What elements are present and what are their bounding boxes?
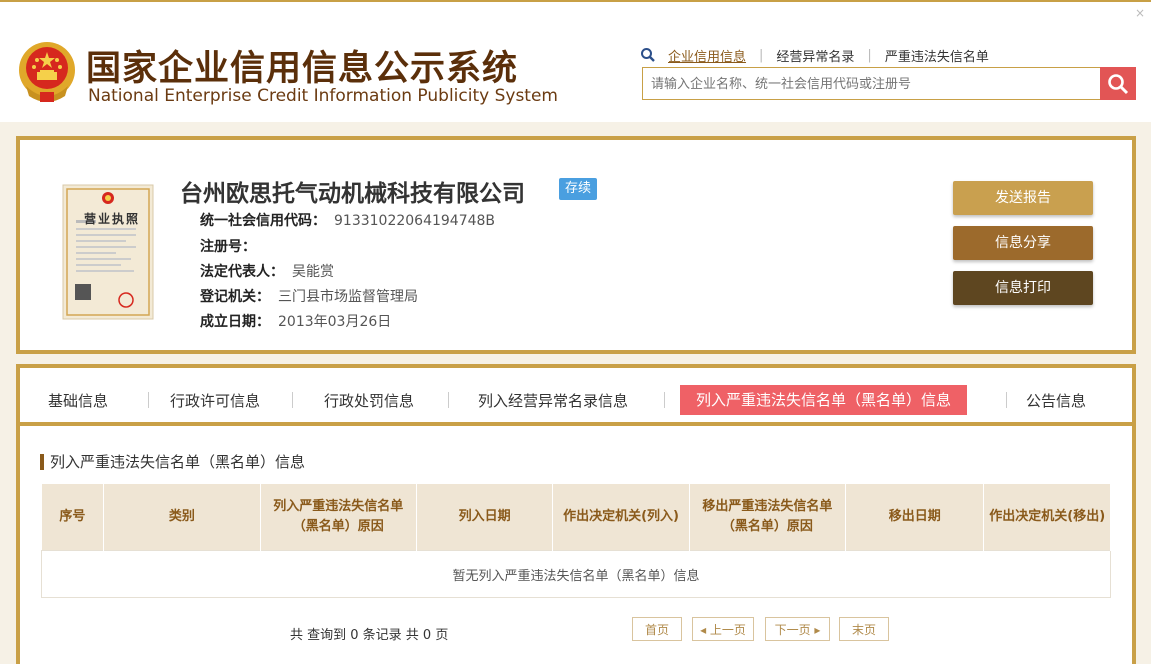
chevron-right-icon: ▸ — [810, 623, 821, 637]
company-name: 台州欧思托气动机械科技有限公司 — [180, 181, 525, 207]
company-card: 营业执照 台州欧思托气动机械科技有限公司 存续 统一社会信用代码： 9133102… — [16, 136, 1136, 354]
column-header: 作出决定机关(列入) — [552, 484, 690, 551]
tab-divider — [664, 392, 665, 408]
search-box — [642, 67, 1100, 100]
search-icon — [641, 48, 655, 62]
search-type-links: 企业信用信息 | 经营异常名录 | 严重违法失信名单 — [640, 46, 1002, 65]
info-row-established: 成立日期： 2013年03月26日 — [200, 311, 391, 331]
site-title: 国家企业信用信息公示系统 — [86, 49, 519, 89]
business-license-icon — [62, 184, 154, 320]
column-header: 作出决定机关(移出) — [983, 484, 1111, 551]
tab-admin-penalty[interactable]: 行政处罚信息 — [324, 390, 414, 411]
info-row-legal-rep: 法定代表人： 吴能赏 — [200, 261, 334, 281]
section-title: 列入严重违法失信名单（黑名单）信息 — [40, 454, 305, 470]
pager-prev-button[interactable]: ◂ 上一页 — [692, 617, 754, 641]
status-badge: 存续 — [559, 178, 598, 200]
info-value: 91331022064194748B — [334, 213, 496, 229]
info-panel: 基础信息 行政许可信息 行政处罚信息 列入经营异常名录信息 列入严重违法失信名单… — [16, 364, 1136, 664]
info-row-credit-code: 统一社会信用代码： 91331022064194748B — [200, 210, 495, 230]
tab-bar: 基础信息 行政许可信息 行政处罚信息 列入经营异常名录信息 列入严重违法失信名单… — [20, 368, 1132, 426]
tab-divider — [448, 392, 449, 408]
site-header: × 国家企业信用信息公示系统 National Enterprise Credi… — [0, 0, 1151, 122]
pager-first-button[interactable]: 首页 — [632, 617, 682, 641]
info-label: 法定代表人： — [200, 264, 284, 280]
search-button[interactable] — [1100, 67, 1136, 100]
tab-abnormal-list[interactable]: 列入经营异常名录信息 — [478, 390, 628, 411]
info-label: 统一社会信用代码： — [200, 213, 326, 229]
pager-next-button[interactable]: 下一页 ▸ — [765, 617, 830, 641]
column-header: 移出严重违法失信名单（黑名单）原因 — [689, 484, 847, 551]
pager-last-button[interactable]: 末页 — [839, 617, 889, 641]
national-emblem-icon — [19, 42, 75, 102]
share-info-button[interactable]: 信息分享 — [953, 226, 1093, 260]
link-abnormal-list[interactable]: 经营异常名录 — [763, 46, 867, 65]
info-label: 登记机关： — [200, 289, 270, 305]
print-info-button[interactable]: 信息打印 — [953, 271, 1093, 305]
link-blacklist[interactable]: 严重违法失信名单 — [872, 46, 1002, 65]
tab-announcement[interactable]: 公告信息 — [1026, 390, 1086, 411]
pager-next-label: 下一页 — [774, 623, 811, 637]
blacklist-table: 序号 类别 列入严重违法失信名单（黑名单）原因 列入日期 作出决定机关(列入) … — [41, 484, 1111, 598]
column-header: 移出日期 — [845, 484, 985, 551]
info-label: 注册号： — [200, 239, 256, 255]
search-input[interactable] — [649, 68, 1093, 100]
column-header: 类别 — [103, 484, 261, 551]
search-icon — [1108, 73, 1129, 94]
site-subtitle: National Enterprise Credit Information P… — [88, 86, 558, 106]
info-row-reg-number: 注册号： — [200, 236, 264, 256]
tab-basic-info[interactable]: 基础信息 — [48, 390, 108, 411]
info-label: 成立日期： — [200, 314, 270, 330]
column-header: 列入日期 — [416, 484, 554, 551]
pager-summary: 共 查询到 0 条记录 共 0 页 — [290, 628, 449, 643]
tab-divider — [148, 392, 149, 408]
tab-divider — [292, 392, 293, 408]
license-caption: 营业执照 — [84, 212, 141, 226]
info-value: 三门县市场监督管理局 — [278, 289, 418, 305]
close-icon[interactable]: × — [1135, 6, 1145, 20]
column-header: 序号 — [41, 484, 105, 551]
column-header: 列入严重违法失信名单（黑名单）原因 — [260, 484, 417, 551]
tab-admin-license[interactable]: 行政许可信息 — [170, 390, 260, 411]
chevron-left-icon: ◂ — [700, 623, 710, 637]
tab-blacklist[interactable]: 列入严重违法失信名单（黑名单）信息 — [680, 385, 968, 415]
send-report-button[interactable]: 发送报告 — [953, 181, 1093, 215]
info-value: 2013年03月26日 — [278, 314, 392, 330]
info-value: 吴能赏 — [292, 264, 334, 280]
link-enterprise-credit[interactable]: 企业信用信息 — [668, 46, 759, 65]
tab-divider — [1006, 392, 1007, 408]
table-header-row: 序号 类别 列入严重违法失信名单（黑名单）原因 列入日期 作出决定机关(列入) … — [41, 484, 1111, 551]
pager-prev-label: 上一页 — [709, 623, 746, 637]
table-row: 暂无列入严重违法失信名单（黑名单）信息 — [41, 550, 1111, 598]
info-row-authority: 登记机关： 三门县市场监督管理局 — [200, 286, 418, 306]
empty-message: 暂无列入严重违法失信名单（黑名单）信息 — [41, 550, 1111, 598]
